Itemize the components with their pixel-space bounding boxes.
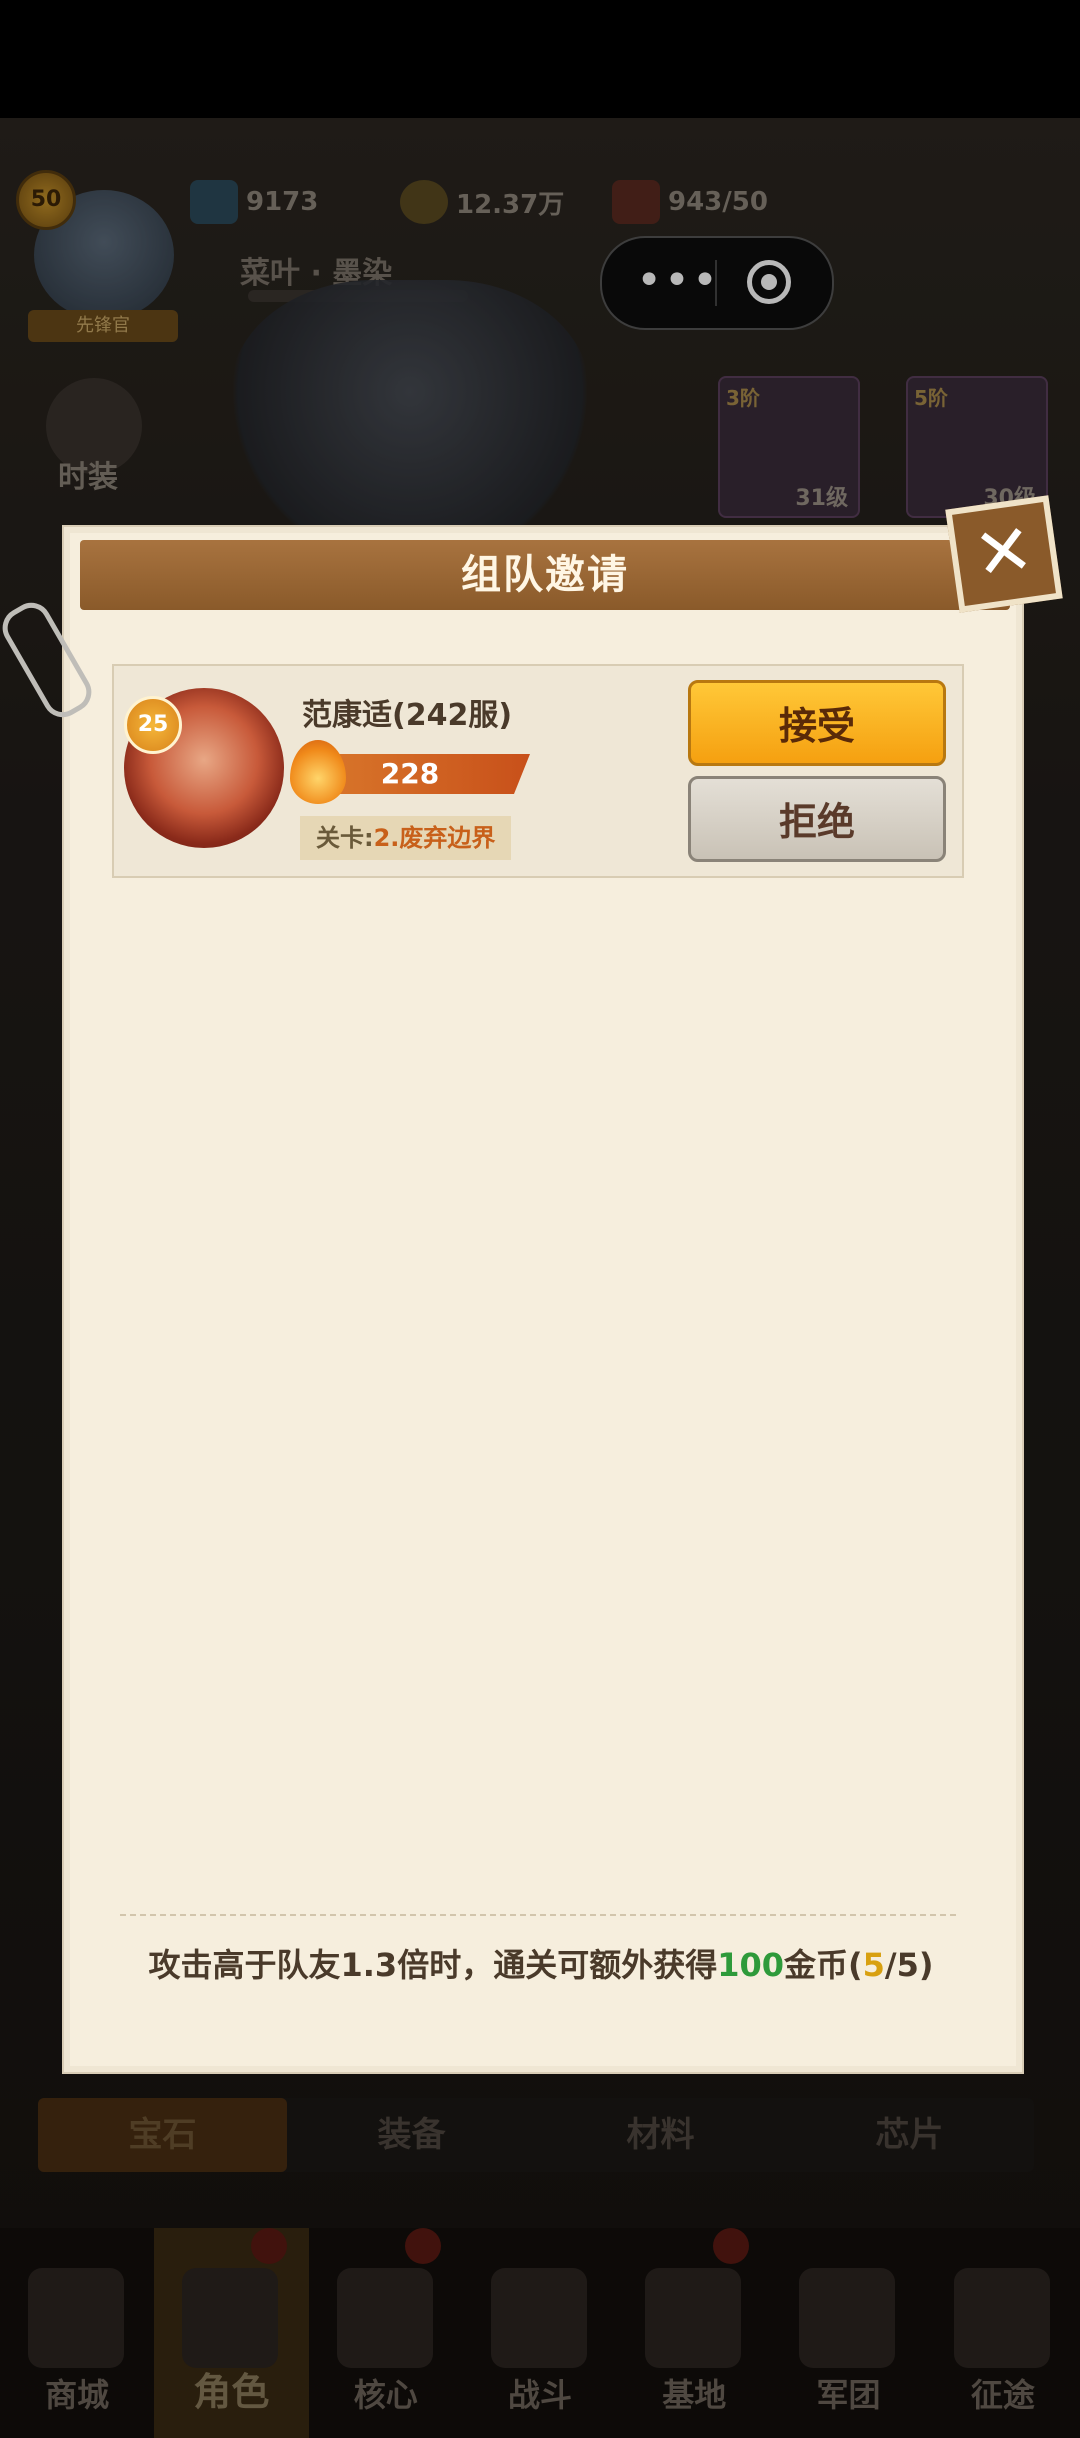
stage-value: 2.废弃边界 xyxy=(373,824,496,852)
reward-text: 攻击高于队友1.3倍时，通关可额外获得 xyxy=(148,1946,718,1984)
divider xyxy=(120,1914,956,1916)
reject-button[interactable]: 拒绝 xyxy=(688,776,946,862)
accept-button[interactable]: 接受 xyxy=(688,680,946,766)
reward-amount: 100 xyxy=(717,1946,784,1984)
reward-close: ) xyxy=(918,1946,934,1984)
close-button[interactable]: ✕ xyxy=(945,495,1063,613)
power-value: 228 xyxy=(380,757,440,790)
reward-tip: 攻击高于队友1.3倍时，通关可额外获得100金币(5/5) xyxy=(62,1940,1020,1986)
reward-count-current: 5 xyxy=(862,1946,885,1984)
reward-count-sep: / xyxy=(884,1946,897,1984)
reward-unit: 金币( xyxy=(784,1946,863,1984)
dialog-title: 组队邀请 xyxy=(461,552,629,598)
status-bar xyxy=(0,0,1080,118)
inviter-level-badge: 25 xyxy=(124,696,182,754)
stage-prefix: 关卡: xyxy=(316,824,374,852)
stage-info: 关卡:2.废弃边界 xyxy=(300,816,512,860)
reward-count-total: 5 xyxy=(896,1946,919,1984)
dialog-title-bar: 组队邀请 xyxy=(80,540,1010,610)
inviter-name: 范康适(242服) xyxy=(302,698,513,733)
